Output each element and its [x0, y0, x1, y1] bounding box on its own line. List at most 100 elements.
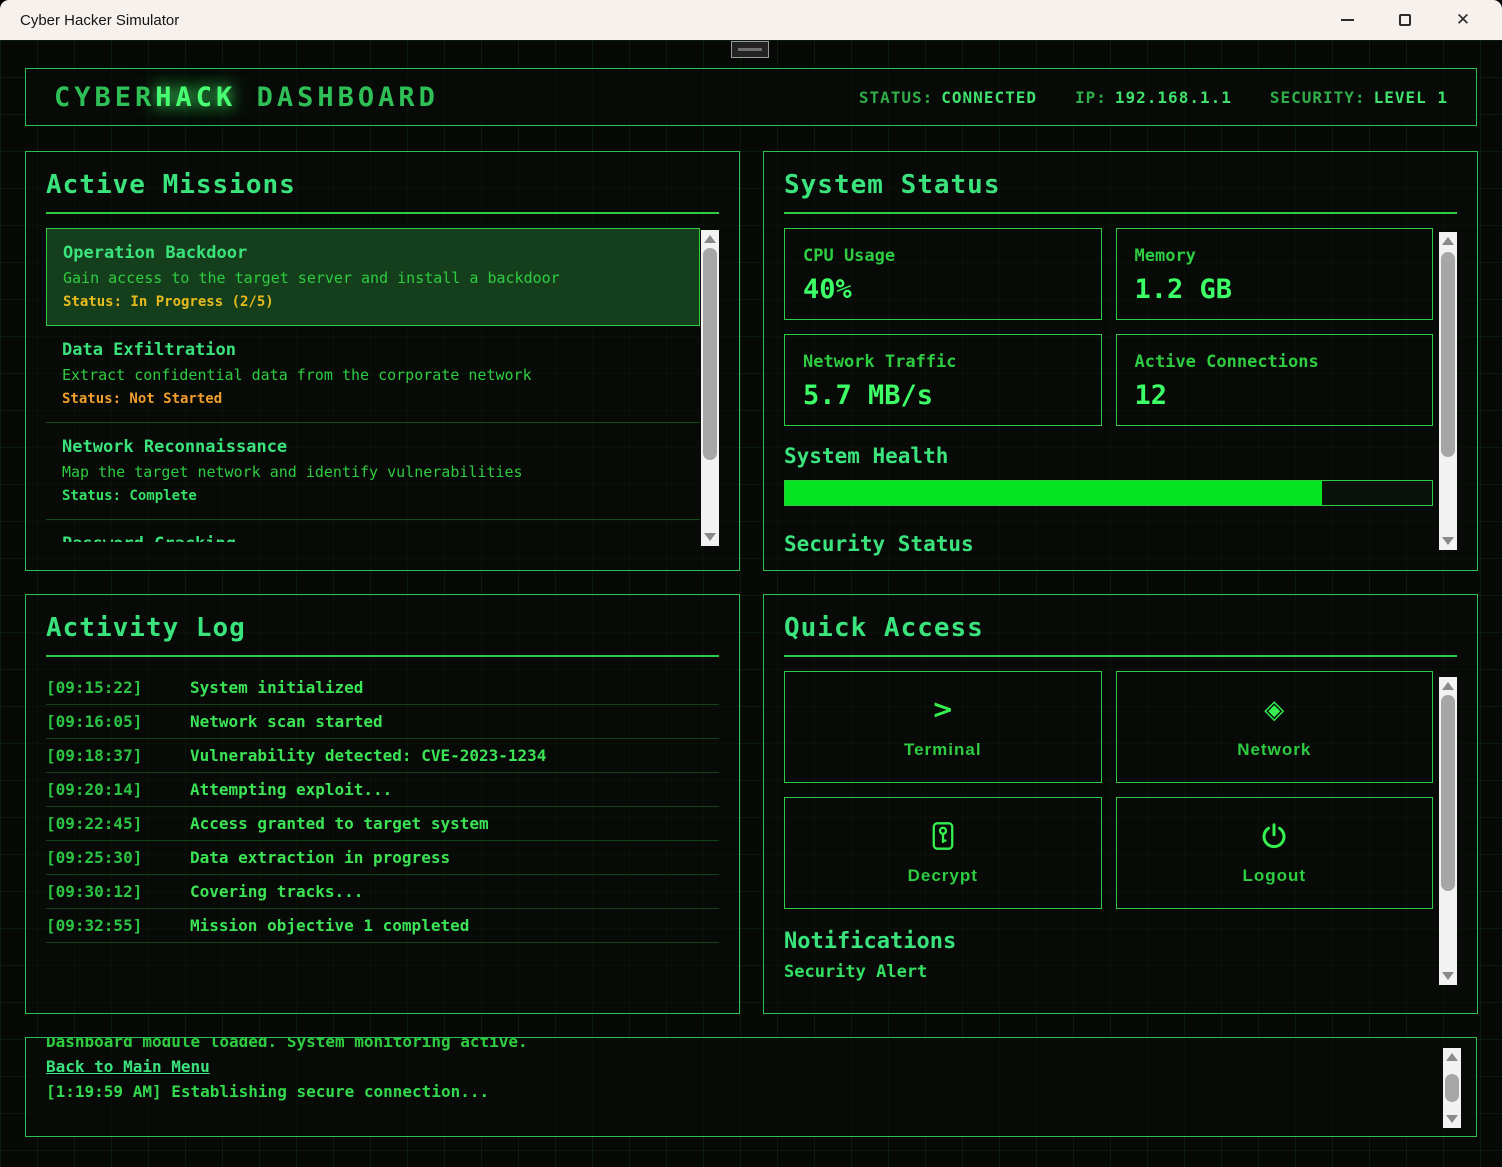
log-row: [09:22:45]Access granted to target syste… — [46, 807, 719, 841]
log-row: [09:18:37] Vulnerability detected: CVE-20… — [46, 739, 719, 773]
minimize-button[interactable] — [1318, 0, 1376, 40]
scroll-down-icon[interactable] — [1442, 972, 1454, 980]
stats-grid: CPU Usage40%Memory1.2 GBNetwork Traffic5… — [784, 228, 1433, 426]
log-timestamp: [09:16:05] — [46, 705, 174, 738]
scrollbar-thumb[interactable] — [703, 248, 717, 460]
mission-description: Extract confidential data from the corpo… — [62, 362, 684, 388]
log-message: Mission objective 1 completed — [190, 909, 469, 942]
quick-button-terminal[interactable]: > Terminal — [784, 671, 1102, 783]
stat-label: Memory — [1135, 243, 1415, 269]
scroll-down-icon[interactable] — [1446, 1115, 1458, 1123]
quick-access-grid: > Terminal ◈ Network Decrypt Logout — [784, 671, 1433, 909]
notifications-title: Notifications — [784, 929, 1457, 954]
log-message: Covering tracks... — [190, 875, 363, 908]
log-panel-title: Activity Log — [46, 613, 719, 657]
stat-value: 1.2 GB — [1135, 269, 1415, 311]
log-row: [09:25:30]Data extraction in progress — [46, 841, 719, 875]
mission-item[interactable]: Password Cracking — [46, 520, 700, 542]
log-message: Attempting exploit... — [190, 773, 392, 806]
stat-card: Network Traffic5.7 MB/s — [784, 334, 1102, 426]
decrypt-key-icon — [929, 820, 957, 852]
security-level: SECURITY:LEVEL 1 — [1270, 88, 1448, 107]
stat-value: 40% — [803, 269, 1083, 311]
quick-button-label: Network — [1237, 740, 1311, 760]
stat-value: 5.7 MB/s — [803, 375, 1083, 417]
close-button[interactable]: ✕ — [1434, 0, 1492, 40]
notification-item: Security Alert — [784, 962, 1457, 982]
log-message: Access granted to target system — [190, 807, 489, 840]
scroll-up-icon[interactable] — [704, 235, 716, 243]
maximize-button[interactable] — [1376, 0, 1434, 40]
scrollbar-thumb[interactable] — [1445, 1074, 1459, 1102]
brand-glow: HACK — [155, 82, 236, 113]
terminal-prompt-icon: > — [932, 694, 954, 726]
quick-button-label: Logout — [1242, 866, 1306, 886]
back-to-main-menu-link[interactable]: Back to Main Menu — [46, 1054, 210, 1079]
scroll-up-icon[interactable] — [1442, 237, 1454, 245]
scroll-down-icon[interactable] — [1442, 537, 1454, 545]
log-row: [09:16:05]Network scan started — [46, 705, 719, 739]
stat-card: Memory1.2 GB — [1116, 228, 1434, 320]
console-scrollbar[interactable] — [1443, 1048, 1461, 1128]
dashboard-header: CYBERHACK DASHBOARD STATUS:CONNECTED IP:… — [25, 68, 1477, 126]
log-timestamp: [09:32:55] — [46, 909, 174, 942]
mission-status: Status: Complete — [62, 485, 684, 507]
console-content: Dashboard module loaded. System monitori… — [46, 1037, 1476, 1104]
header-status-info: STATUS:CONNECTED IP:192.168.1.1 SECURITY… — [859, 88, 1448, 107]
ip-address: IP:192.168.1.1 — [1075, 88, 1232, 107]
log-row: [09:30:12] Covering tracks... — [46, 875, 719, 909]
stat-label: Network Traffic — [803, 349, 1083, 375]
stat-label: Active Connections — [1135, 349, 1415, 375]
log-timestamp: [09:15:22] — [46, 671, 174, 704]
log-message: Data extraction in progress — [190, 841, 450, 874]
mission-title: Password Cracking — [62, 532, 684, 542]
mission-status: Status: In Progress (2/5) — [63, 291, 683, 313]
missions-scrollbar[interactable] — [701, 230, 719, 546]
network-diamond-icon: ◈ — [1264, 694, 1284, 726]
mission-title: Operation Backdoor — [63, 241, 683, 265]
log-timestamp: [09:30:12] — [46, 875, 174, 908]
log-message: Vulnerability detected: CVE-2023-1234 — [190, 739, 546, 772]
scrollbar-thumb[interactable] — [1441, 252, 1455, 457]
stat-value: 12 — [1135, 375, 1415, 417]
missions-panel-title: Active Missions — [46, 170, 719, 214]
brand-prefix: CYBER — [54, 82, 155, 113]
quick-panel-title: Quick Access — [784, 613, 1457, 657]
security-status-label: Security Status — [784, 532, 1457, 556]
scroll-up-icon[interactable] — [1446, 1053, 1458, 1061]
system-scrollbar[interactable] — [1439, 232, 1457, 550]
mission-status: Status: Not Started — [62, 388, 684, 410]
scrollbar-thumb[interactable] — [1441, 695, 1455, 891]
quick-scrollbar[interactable] — [1439, 677, 1457, 985]
quick-button-logout[interactable]: Logout — [1116, 797, 1434, 909]
maximize-icon — [1399, 14, 1411, 26]
system-panel-title: System Status — [784, 170, 1457, 214]
log-row: [09:15:22]System initialized — [46, 671, 719, 705]
console-line: [1:19:59 AM] Establishing secure connect… — [46, 1079, 1476, 1104]
connection-status: STATUS:CONNECTED — [859, 88, 1037, 107]
scroll-down-icon[interactable] — [704, 533, 716, 541]
quick-button-label: Terminal — [904, 740, 982, 760]
top-scrollbar-stub[interactable] — [731, 41, 769, 58]
panel-quick-access: Quick Access > Terminal ◈ Network Decrypt Log… — [763, 594, 1478, 1014]
system-health-label: System Health — [784, 444, 1457, 468]
quick-button-network[interactable]: ◈ Network — [1116, 671, 1434, 783]
minimize-icon — [1341, 19, 1354, 21]
console-panel: Dashboard module loaded. System monitori… — [25, 1037, 1477, 1137]
mission-item[interactable]: Data ExfiltrationExtract confidential da… — [46, 326, 700, 423]
panel-activity-log: Activity Log [09:15:22]System initialize… — [25, 594, 740, 1014]
panel-system-status: System Status CPU Usage40%Memory1.2 GBNe… — [763, 151, 1478, 571]
quick-button-decrypt[interactable]: Decrypt — [784, 797, 1102, 909]
mission-item[interactable]: Operation BackdoorGain access to the tar… — [46, 228, 700, 326]
mission-title: Network Reconnaissance — [62, 435, 684, 459]
log-timestamp: [09:18:37] — [46, 739, 174, 772]
dashboard-surface: CYBERHACK DASHBOARD STATUS:CONNECTED IP:… — [0, 40, 1502, 1167]
mission-description: Map the target network and identify vuln… — [62, 459, 684, 485]
mission-description: Gain access to the target server and ins… — [63, 265, 683, 291]
quick-button-label: Decrypt — [908, 866, 978, 886]
scroll-up-icon[interactable] — [1442, 682, 1454, 690]
app-brand: CYBERHACK DASHBOARD — [54, 82, 439, 113]
mission-item[interactable]: Network ReconnaissanceMap the target net… — [46, 423, 700, 520]
window-titlebar[interactable]: Cyber Hacker Simulator ✕ — [0, 0, 1502, 40]
stat-card: Active Connections12 — [1116, 334, 1434, 426]
